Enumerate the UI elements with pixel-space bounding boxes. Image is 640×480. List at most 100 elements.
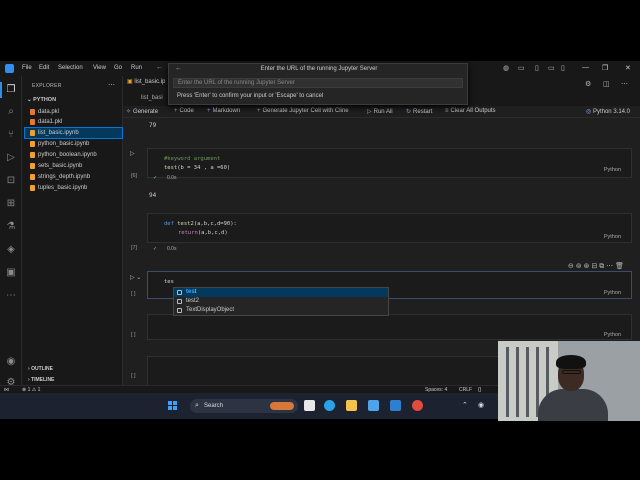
copilot-app-icon[interactable]	[368, 400, 379, 411]
remote-icon[interactable]: ⊡	[5, 175, 17, 187]
cell-language[interactable]: Python	[604, 167, 621, 173]
edge-icon[interactable]	[324, 400, 335, 411]
split-cell-icon[interactable]: ⊟	[591, 263, 597, 270]
file-explorer-icon[interactable]	[346, 400, 357, 411]
cell-more-icon[interactable]: ⋯	[606, 263, 613, 270]
file-item[interactable]: python_basic.ipynb	[25, 139, 122, 149]
execution-count: [6]	[131, 173, 138, 179]
run-above-icon[interactable]: ⊚	[576, 263, 582, 270]
notebook-toolbar: ✧ Generate + Code + Markdown + Generate Jupy…	[123, 106, 640, 118]
more-actions-icon[interactable]: ⋯	[108, 81, 115, 89]
search-icon[interactable]: ⌕	[5, 106, 17, 118]
close-icon[interactable]: ✕	[625, 64, 631, 72]
webcam-overlay	[498, 341, 640, 421]
cell-editor[interactable]: def test2(a,b,c,d=90): return(a,b,c,d) P…	[147, 213, 632, 243]
menu-run[interactable]: Run	[131, 65, 142, 71]
menu-view[interactable]: View	[93, 65, 106, 71]
file-item-selected[interactable]: list_basic.ipynb	[24, 127, 123, 139]
breadcrumb[interactable]: list_basi	[141, 95, 163, 101]
code-line: #keyword argument	[164, 156, 221, 162]
windows-start-icon[interactable]	[168, 401, 178, 411]
restore-icon[interactable]: ❐	[602, 64, 608, 72]
cline-generate-button[interactable]: + Generate Jupyter Cell with Cline	[257, 108, 349, 114]
timeline-section[interactable]: › TIMELINE	[28, 377, 54, 383]
typed-code[interactable]: tes	[164, 279, 174, 285]
layout-secondary-icon[interactable]: ▯	[561, 64, 565, 72]
code-line: return(a,b,c,d)	[178, 230, 228, 236]
execution-time: 0.0s	[167, 175, 177, 181]
vscode-taskbar-icon[interactable]	[390, 400, 401, 411]
tray-app-icon[interactable]: ◉	[478, 401, 484, 409]
run-debug-icon[interactable]: ▷	[5, 152, 17, 164]
suggestion-item[interactable]: test	[174, 288, 388, 297]
layout-icon[interactable]: ▭	[518, 64, 525, 72]
menu-go[interactable]: Go	[114, 65, 122, 71]
cell-language[interactable]: Python	[604, 234, 621, 240]
search-highlight-icon	[270, 402, 294, 410]
chrome-icon[interactable]	[412, 400, 423, 411]
minimize-icon[interactable]: —	[582, 64, 589, 71]
cell-output: 94	[149, 192, 157, 199]
testing-icon[interactable]: ⚗	[5, 221, 17, 233]
editor-more-icon[interactable]: ⋯	[621, 80, 628, 88]
file-item[interactable]: python_boolean.ipynb	[25, 150, 122, 160]
server-url-input[interactable]: Enter the URL of the running Jupyter Ser…	[173, 78, 463, 88]
clear-outputs-button[interactable]: ≡ Clear All Outputs	[445, 108, 496, 114]
settings-icon[interactable]: ⚙	[585, 80, 591, 88]
tab-list-basic[interactable]: ▣ list_basic.ip	[127, 78, 165, 85]
layout-sidebar-icon[interactable]: ▯	[535, 64, 539, 72]
suggestion-item[interactable]: test2	[174, 297, 388, 306]
code-line: test(b = 34 , a =60)	[164, 165, 231, 171]
file-item[interactable]: data.pkl	[25, 107, 122, 117]
file-item[interactable]: data1.pkl	[25, 117, 122, 127]
copy-cell-icon[interactable]: ⧉	[599, 263, 604, 270]
run-below-icon[interactable]: ⊛	[584, 263, 590, 270]
run-cell-icon[interactable]: ▷ ⌄	[130, 274, 141, 281]
restart-button[interactable]: ↻ Restart	[406, 108, 432, 115]
copilot-chat-icon[interactable]: ◈	[5, 244, 17, 256]
run-cell-icon[interactable]: ▷	[130, 150, 135, 157]
delete-cell-icon[interactable]: 🗑	[615, 263, 624, 270]
source-control-icon[interactable]: ⑂	[5, 129, 17, 141]
tray-chevron-icon[interactable]: ⌃	[462, 401, 468, 409]
suggestion-item[interactable]: TextDisplayObject	[174, 306, 388, 315]
file-item[interactable]: sets_basic.ipynb	[25, 161, 122, 171]
run-by-line-icon[interactable]: ⊖	[568, 263, 574, 270]
back-arrow-icon[interactable]: ←	[156, 64, 163, 71]
taskbar-search[interactable]: ⌕ Search	[190, 399, 298, 413]
menu-file[interactable]: File	[22, 65, 32, 71]
execution-time: 0.0s	[167, 246, 177, 252]
folder-python[interactable]: ⌄ PYTHON	[27, 97, 56, 103]
menu-edit[interactable]: Edit	[39, 65, 49, 71]
kernel-picker[interactable]: ◎ Python 3.14.0	[586, 108, 630, 115]
search-icon: ⌕	[195, 402, 199, 409]
generate-button[interactable]: ✧ Generate	[126, 108, 158, 115]
copilot-icon[interactable]: ◍	[503, 64, 509, 72]
file-item[interactable]: tuples_basic.ipynb	[25, 183, 122, 193]
code-line: def test2(a,b,c,d=90):	[164, 221, 237, 227]
execution-count: [ ]	[131, 332, 136, 338]
activity-bar: ❐ ⌕ ⑂ ▷ ⊡ ⊞ ⚗ ◈ ▣ ⋯ ◉ ⚙	[0, 76, 22, 393]
quick-input-title: Enter the URL of the running Jupyter Ser…	[260, 66, 378, 72]
task-view-icon[interactable]	[304, 400, 315, 411]
add-markdown-button[interactable]: + Markdown	[207, 108, 240, 114]
cell-editor[interactable]: #keyword argument test(b = 34 , a =60) P…	[147, 148, 632, 178]
add-code-button[interactable]: + Code	[174, 108, 194, 114]
cell-language[interactable]: Python	[604, 332, 621, 338]
menu-selection[interactable]: Selection	[58, 65, 83, 71]
run-all-button[interactable]: ▷ Run All	[367, 108, 393, 115]
split-editor-icon[interactable]: ◫	[603, 80, 610, 88]
cell-toolbar: ⊖ ⊚ ⊛ ⊟ ⧉ ⋯ 🗑	[568, 262, 624, 271]
autocomplete-widget: test test2 TextDisplayObject	[173, 287, 389, 316]
cell-language[interactable]: Python	[604, 290, 621, 296]
outline-section[interactable]: › OUTLINE	[28, 366, 53, 372]
file-item[interactable]: strings_depth.ipynb	[25, 172, 122, 182]
explorer-icon[interactable]: ❐	[0, 82, 17, 98]
account-icon[interactable]: ◉	[5, 356, 17, 368]
containers-icon[interactable]: ▣	[5, 267, 17, 279]
layout-panel-icon[interactable]: ▭	[548, 64, 555, 72]
success-check-icon: ✓	[153, 175, 158, 181]
cell-editor[interactable]: Python	[147, 314, 632, 340]
extensions-icon[interactable]: ⊞	[5, 198, 17, 210]
more-icon[interactable]: ⋯	[5, 290, 17, 302]
